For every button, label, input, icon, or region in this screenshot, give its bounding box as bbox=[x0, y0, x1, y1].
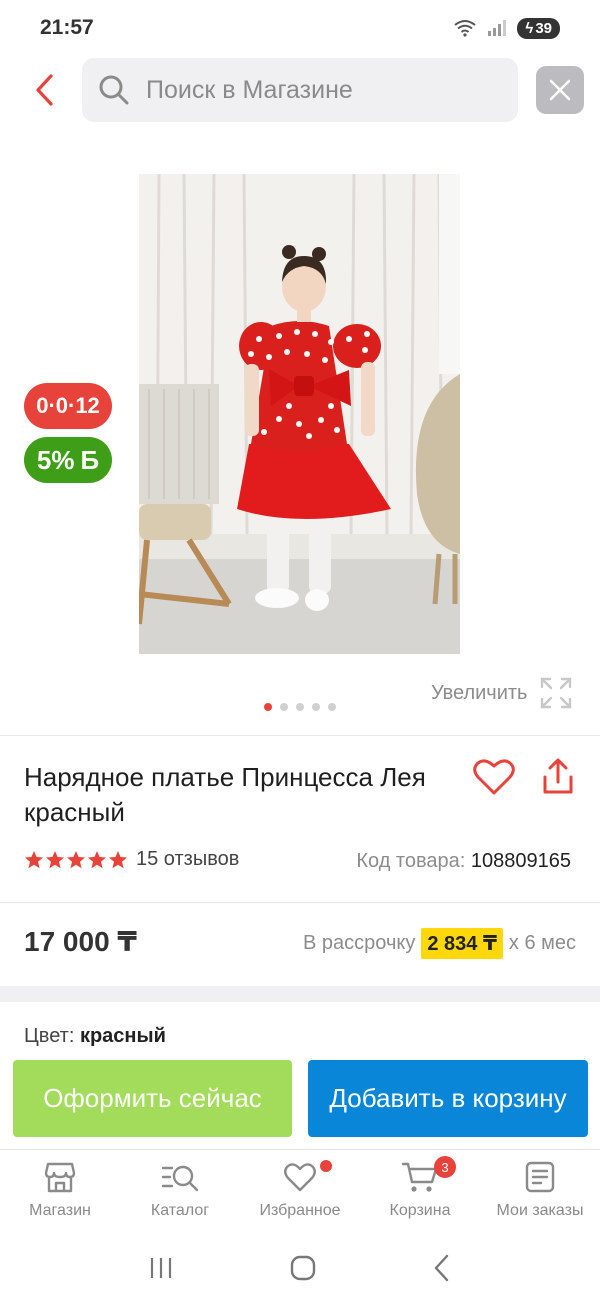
battery-level: 39 bbox=[535, 19, 552, 37]
pagination-dot-active[interactable] bbox=[264, 703, 272, 711]
home-icon[interactable] bbox=[288, 1253, 318, 1283]
share-button[interactable] bbox=[536, 755, 580, 799]
tab-favorites[interactable]: Избранное bbox=[240, 1150, 360, 1237]
add-to-cart-button[interactable]: Добавить в корзину bbox=[308, 1060, 588, 1137]
charging-icon: ϟ bbox=[525, 19, 534, 37]
pagination-dot[interactable] bbox=[280, 703, 288, 711]
tab-label: Мои заказы bbox=[496, 1202, 584, 1219]
tab-cart[interactable]: 3 Корзина bbox=[360, 1150, 480, 1237]
status-time: 21:57 bbox=[40, 16, 94, 39]
divider bbox=[0, 735, 600, 736]
back-button[interactable] bbox=[24, 70, 64, 110]
product-image[interactable] bbox=[139, 174, 460, 654]
divider bbox=[0, 902, 600, 903]
buy-now-button[interactable]: Оформить сейчас bbox=[13, 1060, 292, 1137]
heart-icon bbox=[473, 759, 515, 795]
pagination-dot[interactable] bbox=[328, 703, 336, 711]
recent-apps-icon[interactable] bbox=[146, 1255, 176, 1281]
pagination-dot[interactable] bbox=[312, 703, 320, 711]
battery-indicator: ϟ 39 bbox=[517, 17, 560, 39]
tab-store[interactable]: Магазин bbox=[0, 1150, 120, 1237]
heart-icon bbox=[284, 1163, 316, 1192]
expand-icon bbox=[541, 677, 572, 709]
section-separator bbox=[0, 986, 600, 1002]
close-search-button[interactable] bbox=[536, 66, 584, 114]
favorite-button[interactable] bbox=[472, 755, 516, 799]
bonus-percent: 5% bbox=[36, 444, 75, 475]
rating-stars bbox=[24, 850, 128, 870]
tab-label: Корзина bbox=[389, 1202, 451, 1219]
chevron-left-icon bbox=[36, 74, 53, 106]
status-icons: ϟ 39 bbox=[453, 17, 560, 39]
installment-label: В рассрочку bbox=[303, 932, 416, 954]
star-icon bbox=[46, 850, 64, 868]
search-icon bbox=[99, 75, 129, 105]
product-price: 17 000 ₸ bbox=[24, 926, 137, 957]
bonus-badge: 5% Б bbox=[24, 437, 112, 483]
status-bar: 21:57 ϟ 39 bbox=[0, 0, 600, 56]
sku-label: Код товара: bbox=[356, 850, 466, 872]
color-value: красный bbox=[79, 1025, 166, 1047]
zoom-label: Увеличить bbox=[431, 681, 528, 704]
installment-info[interactable]: В рассрочку 2 834 ₸ х 6 мес bbox=[303, 928, 576, 959]
star-icon bbox=[109, 850, 127, 868]
bonus-currency-icon: Б bbox=[80, 444, 100, 475]
installment-amount: 2 834 ₸ bbox=[421, 928, 503, 959]
product-photo-illustration bbox=[139, 174, 460, 654]
gallery-pagination bbox=[264, 703, 336, 711]
star-icon bbox=[25, 850, 43, 868]
orders-icon bbox=[525, 1161, 555, 1193]
search-input[interactable] bbox=[146, 75, 486, 105]
sku: Код товара: 108809165 bbox=[356, 850, 571, 873]
share-icon bbox=[543, 758, 573, 794]
signal-icon bbox=[488, 20, 507, 36]
catalog-icon bbox=[161, 1165, 199, 1192]
close-icon bbox=[549, 79, 571, 101]
star-icon bbox=[88, 850, 106, 868]
tab-label: Избранное bbox=[259, 1202, 341, 1219]
pagination-dot[interactable] bbox=[296, 703, 304, 711]
store-icon bbox=[44, 1162, 76, 1193]
installment-term: х 6 мес bbox=[508, 932, 576, 954]
search-header bbox=[0, 58, 600, 122]
tab-label: Каталог bbox=[150, 1202, 210, 1219]
tab-orders[interactable]: Мои заказы bbox=[480, 1150, 600, 1237]
color-label: Цвет: bbox=[24, 1025, 75, 1047]
zoom-button[interactable]: Увеличить bbox=[431, 676, 573, 710]
cart-count-badge: 3 bbox=[434, 1156, 456, 1178]
product-title: Нарядное платье Принцесса Лея красный bbox=[24, 762, 426, 827]
favorites-notification-dot bbox=[320, 1160, 332, 1172]
sku-value: 108809165 bbox=[470, 850, 571, 872]
rating-row[interactable]: 15 отзывов bbox=[24, 848, 239, 871]
back-nav-icon[interactable] bbox=[430, 1253, 454, 1283]
reviews-link[interactable]: 15 отзывов bbox=[136, 848, 239, 871]
search-box[interactable] bbox=[82, 58, 518, 122]
star-icon bbox=[67, 850, 85, 868]
installment-badge: 0·0·12 bbox=[24, 383, 112, 429]
tab-label: Магазин bbox=[29, 1202, 91, 1219]
tab-catalog[interactable]: Каталог bbox=[120, 1150, 240, 1237]
bottom-tab-bar: Магазин Каталог Избранное 3 Корзина Мои … bbox=[0, 1149, 600, 1237]
color-row: Цвет: красный bbox=[24, 1025, 166, 1048]
wifi-icon bbox=[454, 20, 476, 37]
system-nav-bar bbox=[0, 1237, 600, 1299]
